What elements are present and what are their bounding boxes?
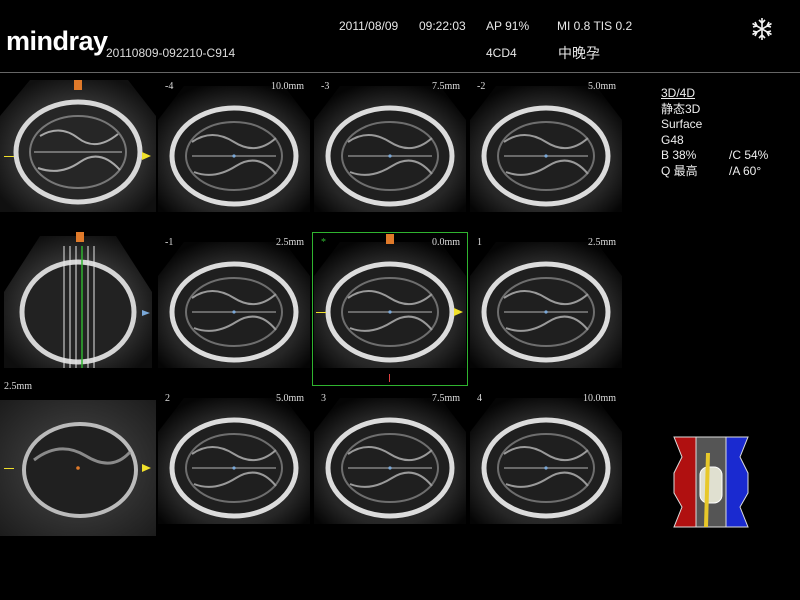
probe-name: 4CD4 — [486, 46, 517, 60]
slice-pane[interactable]: 4 10.0mm — [468, 388, 624, 524]
slice-pane[interactable]: 1 2.5mm — [468, 232, 624, 368]
slice-pane[interactable]: -3 7.5mm — [312, 76, 468, 212]
orientation-cube-icon[interactable] — [672, 433, 750, 531]
selection-frame — [312, 232, 468, 386]
exam-time: 09:22:03 — [419, 19, 466, 33]
slice-index-label: -4 — [165, 81, 174, 92]
slice-pane[interactable]: 2 5.0mm — [156, 388, 312, 524]
slice-index-label: -1 — [165, 237, 174, 248]
slice-distance-label: 7.5mm — [431, 81, 460, 92]
slice-thickness-label: 2.5mm — [4, 381, 33, 392]
slice-pane[interactable]: -1 2.5mm — [156, 232, 312, 368]
slice-distance-label: 2.5mm — [275, 237, 304, 248]
left-tick — [316, 312, 326, 313]
mode-label[interactable]: 3D/4D — [661, 86, 768, 102]
right-arrow-icon — [142, 310, 150, 316]
slice-index-label: 1 — [477, 237, 482, 248]
slice-distance-label: 2.5mm — [587, 237, 616, 248]
file-id: 20110809-092210-C914 — [106, 46, 236, 60]
brand-logo: mindray — [6, 26, 108, 56]
slice-index-label: 3 — [321, 393, 326, 404]
slice-image — [470, 86, 622, 212]
slice-index-label: 4 — [477, 393, 482, 404]
slice-index-label: -2 — [477, 81, 486, 92]
right-arrow-icon — [142, 152, 151, 160]
slice-pane-selected[interactable]: * 0.0mm — [312, 232, 468, 388]
slice-index-label: 2 — [165, 393, 170, 404]
header-divider — [0, 72, 800, 73]
left-tick — [4, 156, 14, 157]
parameter-panel: 3D/4D 静态3D Surface G48 B 38% /C 54% Q 最高 /… — [661, 86, 768, 179]
snowflake-icon — [752, 18, 772, 40]
angle-readout: /A 60° — [729, 163, 762, 178]
slice-distance-label: 5.0mm — [587, 81, 616, 92]
slice-image — [314, 398, 466, 524]
quality-readout: Q 最高 — [661, 163, 698, 178]
acoustic-power: AP 91% — [486, 19, 530, 33]
reference-view-b[interactable] — [0, 232, 156, 368]
slice-distance-label: 7.5mm — [431, 393, 460, 404]
slice-image — [470, 242, 622, 368]
slice-pane[interactable]: -2 5.0mm — [468, 76, 624, 212]
gain-readout: G48 — [661, 132, 684, 147]
bottom-tick — [389, 374, 390, 382]
slice-image — [158, 242, 310, 368]
render-mode-label: Surface — [661, 117, 703, 131]
orientation-marker — [74, 80, 82, 90]
slice-index-label: -3 — [321, 81, 330, 92]
orientation-marker — [76, 232, 84, 242]
slice-image — [158, 86, 310, 212]
contrast-readout: /C 54% — [729, 148, 769, 162]
reference-view-a[interactable] — [0, 76, 156, 212]
brightness-readout: B 38% — [661, 148, 697, 162]
exam-preset: 中晚孕 — [558, 45, 600, 61]
slice-image — [314, 86, 466, 212]
right-arrow-icon — [142, 464, 151, 472]
slice-image — [158, 398, 310, 524]
slice-pane[interactable]: 3 7.5mm — [312, 388, 468, 524]
mi-tis-readout: MI 0.8 TIS 0.2 — [557, 19, 633, 33]
slice-distance-label: 5.0mm — [275, 393, 304, 404]
right-arrow-icon — [454, 308, 463, 316]
sub-mode-label: 静态3D — [661, 101, 701, 116]
slice-pane[interactable]: -4 10.0mm — [156, 76, 312, 212]
left-tick — [4, 468, 14, 469]
slice-image — [470, 398, 622, 524]
reference-view-c[interactable] — [0, 400, 156, 536]
slice-distance-label: 10.0mm — [270, 81, 304, 92]
exam-date: 2011/08/09 — [339, 19, 399, 33]
slice-distance-label: 10.0mm — [582, 393, 616, 404]
orientation-marker — [386, 234, 394, 244]
